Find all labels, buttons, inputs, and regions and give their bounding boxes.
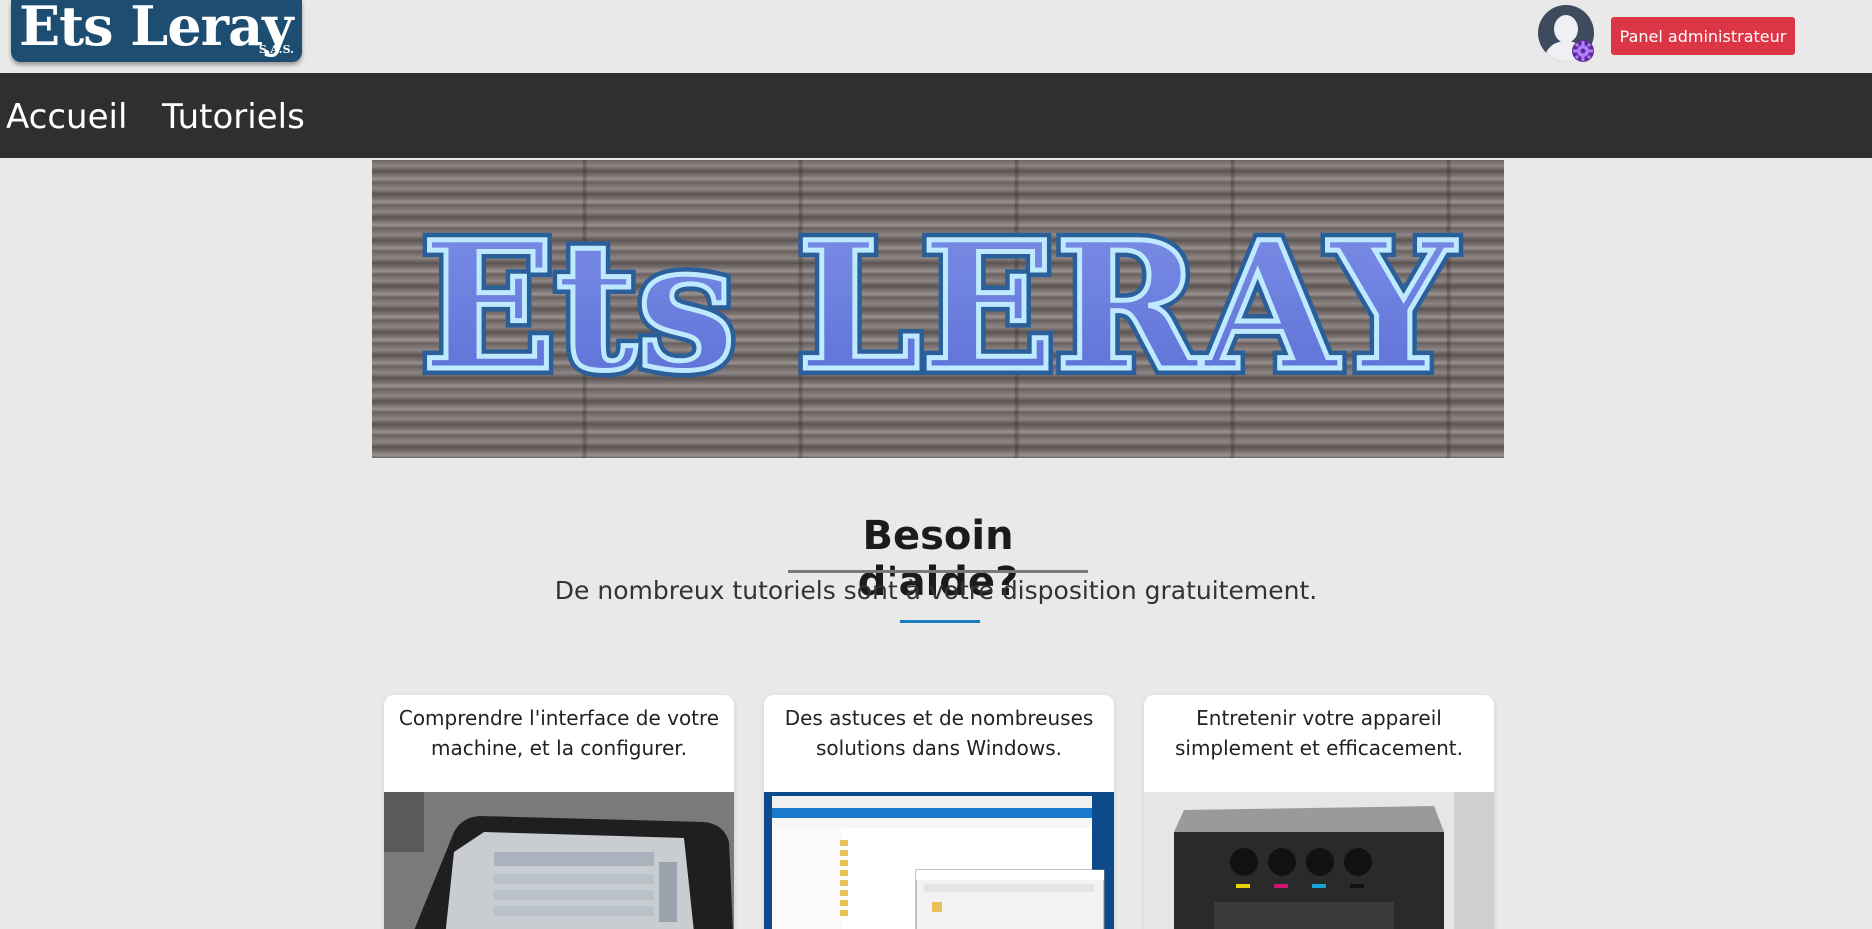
gear-icon [1572,40,1594,62]
top-bar: Ets Leray S.A.S. Panel administrateur [0,0,1872,73]
tutorial-card-interface[interactable]: Comprendre l'interface de votre machine,… [384,695,734,929]
help-subtitle: De nombreux tutoriels sont à votre dispo… [554,576,1318,605]
card-image-printer-panel [384,792,734,929]
card-image-toner-printer [1144,792,1494,929]
site-logo[interactable]: Ets Leray S.A.S. [11,0,302,62]
tutorial-card-maintenance[interactable]: Entretenir votre appareil simplement et … [1144,695,1494,929]
main-navbar: Accueil Tutoriels [0,73,1872,158]
banner-text: Ets LERAY [421,203,1457,410]
tutorial-card-windows[interactable]: Des astuces et de nombreuses solutions d… [764,695,1114,929]
logo-text: Ets Leray [19,0,293,58]
hero-banner: Ets LERAY Ets LERAY [372,160,1504,458]
card-text: Des astuces et de nombreuses solutions d… [784,706,1094,760]
banner-logo: Ets LERAY Ets LERAY [414,196,1464,417]
card-text: Comprendre l'interface de votre machine,… [398,706,720,760]
card-text: Entretenir votre appareil simplement et … [1174,706,1464,760]
nav-item-accueil[interactable]: Accueil [6,97,127,137]
admin-panel-button[interactable]: Panel administrateur [1611,17,1795,55]
logo-suffix: S.A.S. [258,43,294,56]
title-divider [788,570,1088,573]
card-image-windows-explorer [764,792,1114,929]
nav-item-tutoriels[interactable]: Tutoriels [162,97,305,137]
subtitle-divider [900,620,980,623]
